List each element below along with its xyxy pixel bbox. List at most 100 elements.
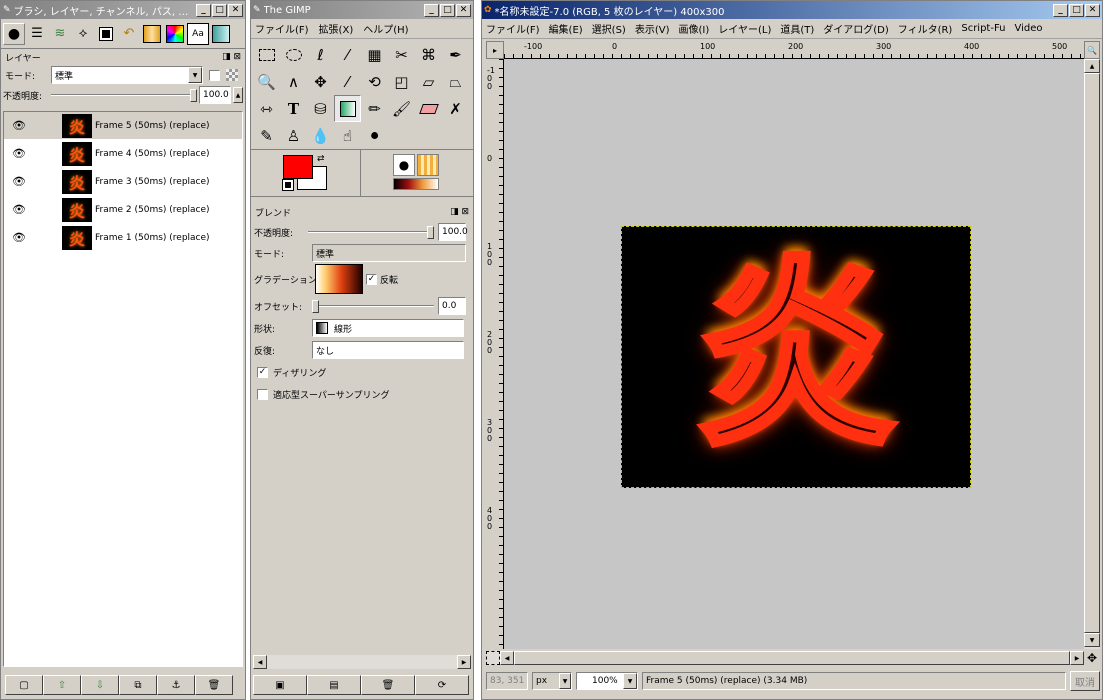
layer-opacity-input[interactable]: 100.0 [199, 86, 231, 104]
paintbrush-tool-icon[interactable]: 🖌 [388, 95, 415, 122]
tab-fonts-icon[interactable]: Aa [187, 22, 209, 45]
layer-row[interactable]: 👁 炎 Frame 4 (50ms) (replace) [4, 140, 242, 168]
toolbox-titlebar[interactable]: ✎ The GIMP _ □ ✕ [251, 1, 473, 19]
menu-item[interactable]: 表示(V) [635, 21, 670, 36]
menu-item[interactable]: 画像(I) [679, 21, 710, 36]
minimize-button[interactable]: _ [1053, 3, 1068, 17]
layer-row[interactable]: 👁 炎 Frame 2 (50ms) (replace) [4, 196, 242, 224]
eye-visibility-icon[interactable]: 👁 [4, 231, 34, 244]
fg-color-swatch[interactable] [283, 155, 313, 179]
zoom-select[interactable]: 100% ▼ [576, 672, 638, 690]
unit-select[interactable]: px ▼ [532, 672, 572, 690]
chevron-down-icon[interactable]: ▼ [623, 673, 637, 689]
delete-options-button[interactable]: 🗑 [361, 675, 415, 695]
vertical-scrollbar-thumb[interactable] [1084, 73, 1100, 633]
raise-layer-button[interactable]: ⇧ [43, 675, 81, 695]
tab-undo-icon[interactable]: ↶ [118, 23, 140, 45]
blend-offset-slider-handle[interactable] [312, 300, 319, 313]
close-button[interactable]: ✕ [1085, 3, 1100, 17]
flip-tool-icon[interactable]: ⇿ [253, 95, 280, 122]
supersample-checkbox[interactable] [257, 388, 268, 400]
gradient-preview-icon[interactable] [393, 178, 439, 190]
swap-colors-icon[interactable]: ⇄ [317, 154, 325, 164]
menu-item[interactable]: 道具(T) [780, 21, 814, 36]
horizontal-scrollbar[interactable]: ◀ ▶ [486, 651, 1084, 665]
ruler-corner[interactable]: ▸ [486, 41, 504, 59]
eye-visibility-icon[interactable]: 👁 [4, 203, 34, 216]
new-layer-button[interactable]: ▢ [5, 675, 43, 695]
menu-extensions[interactable]: 拡張(X) [319, 21, 354, 36]
delete-layer-button[interactable]: 🗑 [195, 675, 233, 695]
clone-tool-icon[interactable]: ♙ [280, 122, 307, 149]
brush-preview-icon[interactable]: ● [393, 154, 415, 176]
blur-tool-icon[interactable]: 💧 [307, 122, 334, 149]
toolbox-hscrollbar[interactable]: ◀ ▶ [253, 655, 471, 669]
close-button[interactable]: ✕ [228, 3, 243, 17]
minimize-button[interactable]: _ [424, 3, 439, 17]
reset-options-button[interactable]: ⟳ [415, 675, 469, 695]
tab-palettes-icon[interactable] [164, 23, 186, 45]
scroll-up-icon[interactable]: ▲ [1084, 59, 1100, 73]
blend-mode-select[interactable]: 標準 [312, 244, 466, 262]
duplicate-layer-button[interactable]: ⧉ [119, 675, 157, 695]
scale-tool-icon[interactable]: ◰ [388, 68, 415, 95]
tab-paths-icon[interactable]: ⟡ [72, 23, 94, 45]
tab-gradients-icon[interactable] [141, 23, 163, 45]
blend-offset-slider[interactable] [312, 297, 434, 315]
blend-opacity-slider[interactable] [308, 223, 434, 241]
blend-offset-input[interactable]: 0.0 [438, 297, 466, 315]
ellipse-select-tool-icon[interactable] [280, 41, 307, 68]
close-button[interactable]: ✕ [456, 3, 471, 17]
measure-tool-icon[interactable]: ∧ [280, 68, 307, 95]
eye-visibility-icon[interactable]: 👁 [4, 119, 34, 132]
tab-patterns-icon[interactable] [210, 23, 232, 45]
scroll-right-icon[interactable]: ▶ [457, 655, 471, 669]
scroll-left-icon[interactable]: ◀ [500, 651, 514, 665]
zoom-tool-icon[interactable]: 🔍 [253, 68, 280, 95]
menu-file[interactable]: ファイル(F) [255, 21, 309, 36]
ink-tool-icon[interactable]: ✎ [253, 122, 280, 149]
layers-dock-titlebar[interactable]: ✎ ブラシ, レイヤー, チャンネル, パス, 描画/背... _ □ ✕ [1, 1, 245, 19]
layer-opacity-slider-handle[interactable] [190, 89, 197, 102]
menu-item[interactable]: Video [1015, 23, 1043, 34]
menu-item[interactable]: レイヤー(L) [718, 21, 771, 36]
layer-row[interactable]: 👁 炎 Frame 5 (50ms) (replace) [4, 112, 242, 140]
panel-menu-icon[interactable]: ◨ ⊠ [450, 207, 469, 217]
pencil-tool-icon[interactable]: ✏ [361, 95, 388, 122]
blend-repeat-select[interactable]: なし [312, 341, 464, 359]
chevron-down-icon[interactable]: ▼ [188, 67, 202, 83]
maximize-button[interactable]: □ [440, 3, 455, 17]
cancel-button[interactable]: 取消 [1070, 671, 1100, 691]
image-window-titlebar[interactable]: ✿ *名称未設定-7.0 (RGB, 5 枚のレイヤー) 400x300 _ □… [482, 1, 1102, 19]
tab-brushes-icon[interactable]: ● [3, 22, 25, 45]
gradient-select-button[interactable] [315, 264, 363, 294]
scroll-right-icon[interactable]: ▶ [1070, 651, 1084, 665]
rotate-tool-icon[interactable]: ⟲ [361, 68, 388, 95]
smudge-tool-icon[interactable]: ☝ [334, 122, 361, 149]
restore-options-button[interactable]: ▤ [307, 675, 361, 695]
maximize-button[interactable]: □ [212, 3, 227, 17]
default-colors-icon[interactable] [282, 179, 294, 191]
magic-wand-tool-icon[interactable]: ⁄ [334, 41, 361, 68]
menu-item[interactable]: ファイル(F) [486, 21, 540, 36]
fuzzy-select-tool-icon[interactable]: ⌘ [415, 41, 442, 68]
bucket-fill-tool-icon[interactable]: ⛁ [307, 95, 334, 122]
menu-item[interactable]: 選択(S) [592, 21, 626, 36]
menu-item[interactable]: 編集(E) [549, 21, 583, 36]
menu-item[interactable]: Script-Fu [961, 23, 1005, 34]
select-by-color-tool-icon[interactable]: ▦ [361, 41, 388, 68]
eraser-tool-icon[interactable] [415, 95, 442, 122]
save-options-button[interactable]: ▣ [253, 675, 307, 695]
rect-select-tool-icon[interactable] [253, 41, 280, 68]
zoom-to-fit-button[interactable]: 🔍 [1084, 41, 1100, 59]
quickmask-toggle-icon[interactable] [486, 651, 500, 665]
layer-row[interactable]: 👁 炎 Frame 3 (50ms) (replace) [4, 168, 242, 196]
lasso-tool-icon[interactable]: ℓ [307, 41, 334, 68]
eye-visibility-icon[interactable]: 👁 [4, 175, 34, 188]
blend-shape-select[interactable]: 線形 [312, 319, 464, 337]
text-tool-icon[interactable]: T [280, 95, 307, 122]
tab-layers-icon[interactable]: ☰ [26, 23, 48, 45]
tab-fg-bg-icon[interactable] [95, 23, 117, 45]
move-tool-icon[interactable]: ✥ [307, 68, 334, 95]
vertical-ruler[interactable]: -200-1000100200300400 [486, 59, 504, 649]
